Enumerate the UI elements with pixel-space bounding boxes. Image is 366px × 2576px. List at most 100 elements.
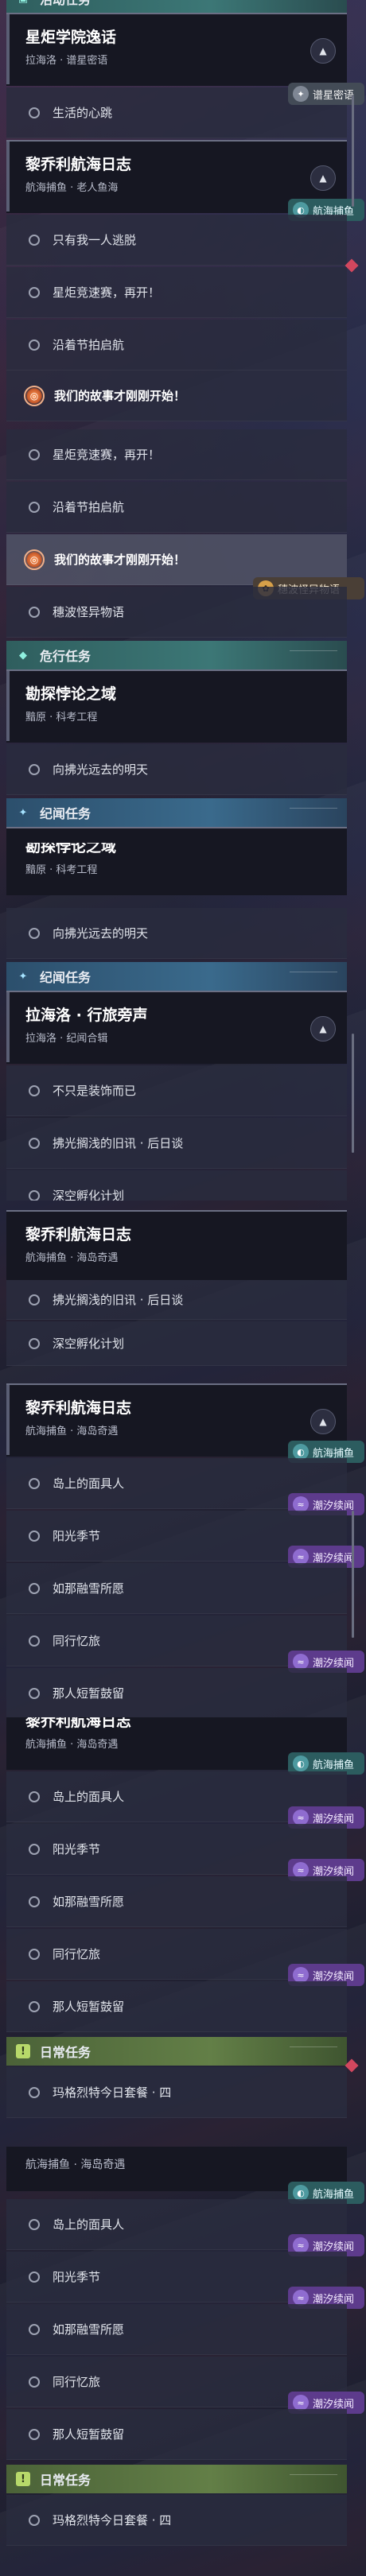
quest-subtitle: 拉海洛 · 纪闻合辑 <box>25 1033 108 1045</box>
quest-header-xingju[interactable]: 星炬学院逸话 拉海洛 · 谱星密语 ▲ <box>6 13 347 86</box>
quest-header-luolai[interactable]: 拉海洛 · 行旅旁声 拉海洛 · 纪闻合辑 ▲ <box>6 991 347 1064</box>
fish-icon: ◐ <box>293 1444 309 1460</box>
quest-step-label: 只有我一人逃脱 <box>53 233 137 247</box>
quest-step-tracked[interactable]: ◎ 我们的故事才刚刚开始！ <box>6 370 347 421</box>
badge-label: 航海捕鱼 <box>313 1447 355 1460</box>
quest-step-label: 不只是装饰而已 <box>53 1084 137 1098</box>
scrollbar[interactable] <box>352 95 354 207</box>
chevron-up-icon[interactable]: ▲ <box>310 38 336 64</box>
quest-step[interactable]: 玛格烈特今日套餐 · 四 <box>6 2495 347 2546</box>
quest-subtitle: 黯原 · 科考工程 <box>25 864 98 876</box>
wave-icon: ≈ <box>293 1654 309 1670</box>
quest-step-label: 岛上的面具人 <box>53 1790 125 1804</box>
circle-outline-icon <box>29 2086 40 2098</box>
circle-outline-icon <box>29 2376 40 2388</box>
quest-step[interactable]: 深空孵化计划 <box>6 1321 347 1366</box>
screenshot-4: 黎乔利航海日志 航海捕鱼 · 海岛奇遇 拂光搁浅的旧讯 · 后日谈 深空孵化计划 <box>0 1201 366 1368</box>
category-header-danger[interactable]: ◆ 危行任务 <box>6 641 347 669</box>
circle-outline-icon <box>29 2218 40 2230</box>
quest-step-label: 星炬竞速赛，再开！ <box>53 285 161 300</box>
fish-icon: ◐ <box>293 1755 309 1771</box>
circle-outline-icon <box>29 501 40 513</box>
band-decoration <box>290 650 337 658</box>
circle-outline-icon <box>29 234 40 246</box>
quest-step-label: 那人短暂鼓留 <box>53 1686 125 1701</box>
scrollbar[interactable] <box>352 1034 354 1153</box>
quest-step-label: 玛格烈特今日套餐 · 四 <box>53 2085 172 2100</box>
quest-step-label: 如那融雪所愿 <box>53 2322 125 2337</box>
band-decoration <box>290 2474 337 2482</box>
quest-title: 黎乔利航海日志 <box>25 1399 132 1417</box>
quest-step-label: 同行忆旅 <box>53 2375 101 2389</box>
quest-step[interactable]: 如那融雪所愿 <box>6 1563 347 1614</box>
quest-step[interactable]: 那人短暂鼓留 <box>6 1981 347 2032</box>
category-title: 日常任务 <box>40 2473 92 2488</box>
quest-step[interactable]: 如那融雪所愿 <box>6 2304 347 2355</box>
category-header-journey[interactable]: ✦ 纪闻任务 <box>6 962 347 991</box>
quest-subtitle: 航海捕鱼 · 海岛奇遇 <box>25 1739 119 1751</box>
chevron-up-icon[interactable]: ▲ <box>310 165 336 191</box>
category-header-daily[interactable]: ! 日常任务 <box>6 2465 347 2493</box>
quest-step-label: 生活的心跳 <box>53 106 113 120</box>
badge-label: 航海捕鱼 <box>313 2188 355 2201</box>
circle-outline-icon <box>29 1635 40 1647</box>
wave-icon: ≈ <box>293 1810 309 1825</box>
category-header-commission[interactable]: ▣ 活动任务 <box>6 0 347 13</box>
quest-subtitle: 拉海洛 · 谱星密语 <box>25 55 108 67</box>
circle-outline-icon <box>29 448 40 460</box>
quest-step[interactable]: 星炬竞速赛，再开！ <box>6 267 347 318</box>
circle-outline-icon <box>29 1084 40 1096</box>
circle-outline-icon <box>29 286 40 298</box>
quest-header-kantan[interactable]: 勘探悖论之域 黯原 · 科考工程 <box>6 669 347 743</box>
quest-step-label: 阳光季节 <box>53 2270 101 2284</box>
circle-outline-icon <box>29 339 40 351</box>
band-decoration <box>290 808 337 816</box>
quest-step[interactable]: 穗波怪异物语 <box>6 587 347 638</box>
badge-label: 潮汐续闻 <box>313 1499 355 1512</box>
circle-outline-icon <box>29 1895 40 1907</box>
quest-step[interactable]: 只有我一人逃脱 <box>6 215 347 266</box>
quest-step[interactable]: 深空孵化计划 <box>6 1170 347 1201</box>
badge-label: 潮汐续闻 <box>313 2240 355 2253</box>
quest-title: 黎乔利航海日志 <box>25 1226 132 1243</box>
quest-step[interactable]: 向拂光远去的明天 <box>6 908 347 959</box>
screenshot-6: 黎乔利航海日志 航海捕鱼 · 海岛奇遇 ◐ 航海捕鱼 岛上的面具人 ≈ 潮汐续闻… <box>0 1717 366 2147</box>
circle-outline-icon <box>29 2514 40 2526</box>
chevron-up-icon[interactable]: ▲ <box>310 1409 336 1434</box>
quest-step[interactable]: 那人短暂鼓留 <box>6 2409 347 2460</box>
quest-step-label: 阳光季节 <box>53 1529 101 1543</box>
quest-step[interactable]: 星炬竞速赛，再开！ <box>6 429 347 480</box>
quest-step[interactable]: 那人短暂鼓留 <box>6 1668 347 1717</box>
badge-label: 潮汐续闻 <box>313 1813 355 1825</box>
quest-step[interactable]: 沿着节拍启航 <box>6 320 347 370</box>
circle-outline-icon <box>29 1337 40 1349</box>
scrollbar[interactable] <box>352 1511 354 1638</box>
quest-title: 勘探悖论之域 <box>25 843 117 855</box>
quest-list: 黎乔利航海日志 航海捕鱼 · 海岛奇遇 拂光搁浅的旧讯 · 后日谈 深空孵化计划 <box>6 1201 347 1368</box>
quest-step[interactable]: 向拂光远去的明天 <box>6 744 347 795</box>
category-title: 日常任务 <box>40 2045 92 2060</box>
badge-label: 潮汐续闻 <box>313 1657 355 1670</box>
category-header-journey[interactable]: ✦ 纪闻任务 <box>6 798 347 827</box>
category-title: 活动任务 <box>40 0 91 8</box>
quest-step[interactable]: 玛格烈特今日套餐 · 四 <box>6 2067 347 2118</box>
quest-step[interactable]: 沿着节拍启航 <box>6 482 347 533</box>
quest-step[interactable]: 拂光搁浅的旧讯 · 后日谈 <box>6 1280 347 1320</box>
wave-icon: ≈ <box>293 1967 309 1983</box>
circle-outline-icon <box>29 1843 40 1855</box>
quest-header-kantan[interactable]: 勘探悖论之域 黯原 · 科考工程 <box>6 843 347 895</box>
circle-outline-icon <box>29 1294 40 1305</box>
quest-header-luolai-cut[interactable]: 拉海洛 · 行旅旁声 <box>6 827 347 843</box>
quest-step-label: 我们的故事才刚刚开始！ <box>54 389 186 403</box>
chevron-up-icon[interactable]: ▲ <box>310 1016 336 1042</box>
quest-step[interactable]: 不只是装饰而已 <box>6 1065 347 1116</box>
quest-step-label: 同行忆旅 <box>53 1947 101 1961</box>
quest-accent-bar <box>6 992 10 1062</box>
quest-header-liqiao-island[interactable]: 黎乔利航海日志 航海捕鱼 · 海岛奇遇 <box>6 1210 347 1280</box>
quest-list: 黎乔利航海日志 航海捕鱼 · 海岛奇遇 ▲ ◐ 航海捕鱼 岛上的面具人 ≈ 潮汐… <box>6 1375 364 1717</box>
quest-title: 黎乔利航海日志 <box>25 156 132 173</box>
quest-step[interactable]: 如那融雪所愿 <box>6 1876 347 1927</box>
quest-step[interactable]: 拂光搁浅的旧讯 · 后日谈 <box>6 1118 347 1169</box>
quest-step-label: 同行忆旅 <box>53 1634 101 1648</box>
category-header-daily[interactable]: ! 日常任务 <box>6 2037 347 2066</box>
